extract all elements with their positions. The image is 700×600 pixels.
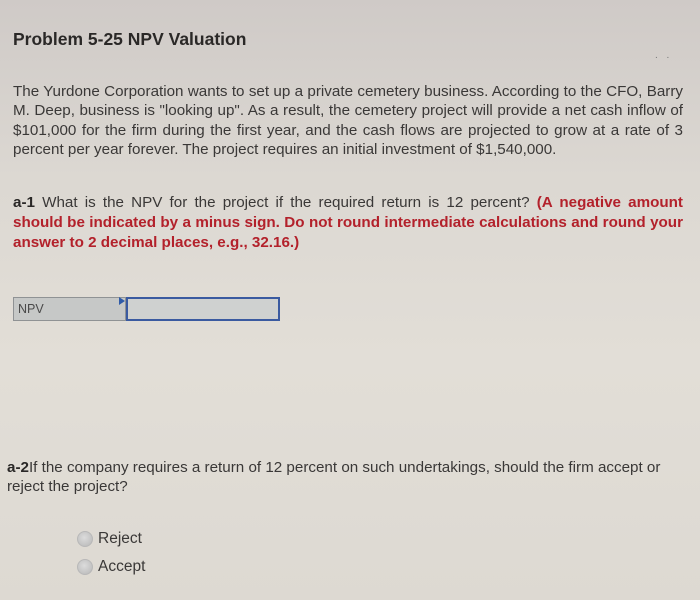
problem-title: Problem 5-25 NPV Valuation [13, 29, 247, 49]
question-a2: a-2If the company requires a return of 1… [7, 458, 687, 496]
question-a2-text: If the company requires a return of 12 p… [7, 459, 661, 495]
problem-intro: The Yurdone Corporation wants to set up … [13, 83, 683, 158]
question-a1-label: a-1 [13, 194, 35, 211]
more-options-icon[interactable]: . . [655, 50, 672, 61]
npv-input[interactable] [126, 297, 280, 321]
input-flag-icon [119, 297, 125, 305]
radio-option-reject[interactable]: Reject [77, 530, 142, 548]
radio-label[interactable]: Reject [98, 530, 142, 548]
radio-label[interactable]: Accept [98, 558, 145, 576]
npv-label: NPV [13, 297, 126, 321]
question-a1: a-1 What is the NPV for the project if t… [13, 193, 683, 253]
radio-button-icon[interactable] [77, 531, 93, 547]
question-a2-label: a-2 [7, 459, 29, 476]
npv-answer-row: NPV [13, 297, 280, 321]
radio-button-icon[interactable] [77, 559, 93, 575]
question-a1-text: What is the NPV for the project if the r… [34, 194, 537, 211]
radio-option-accept[interactable]: Accept [77, 558, 145, 576]
